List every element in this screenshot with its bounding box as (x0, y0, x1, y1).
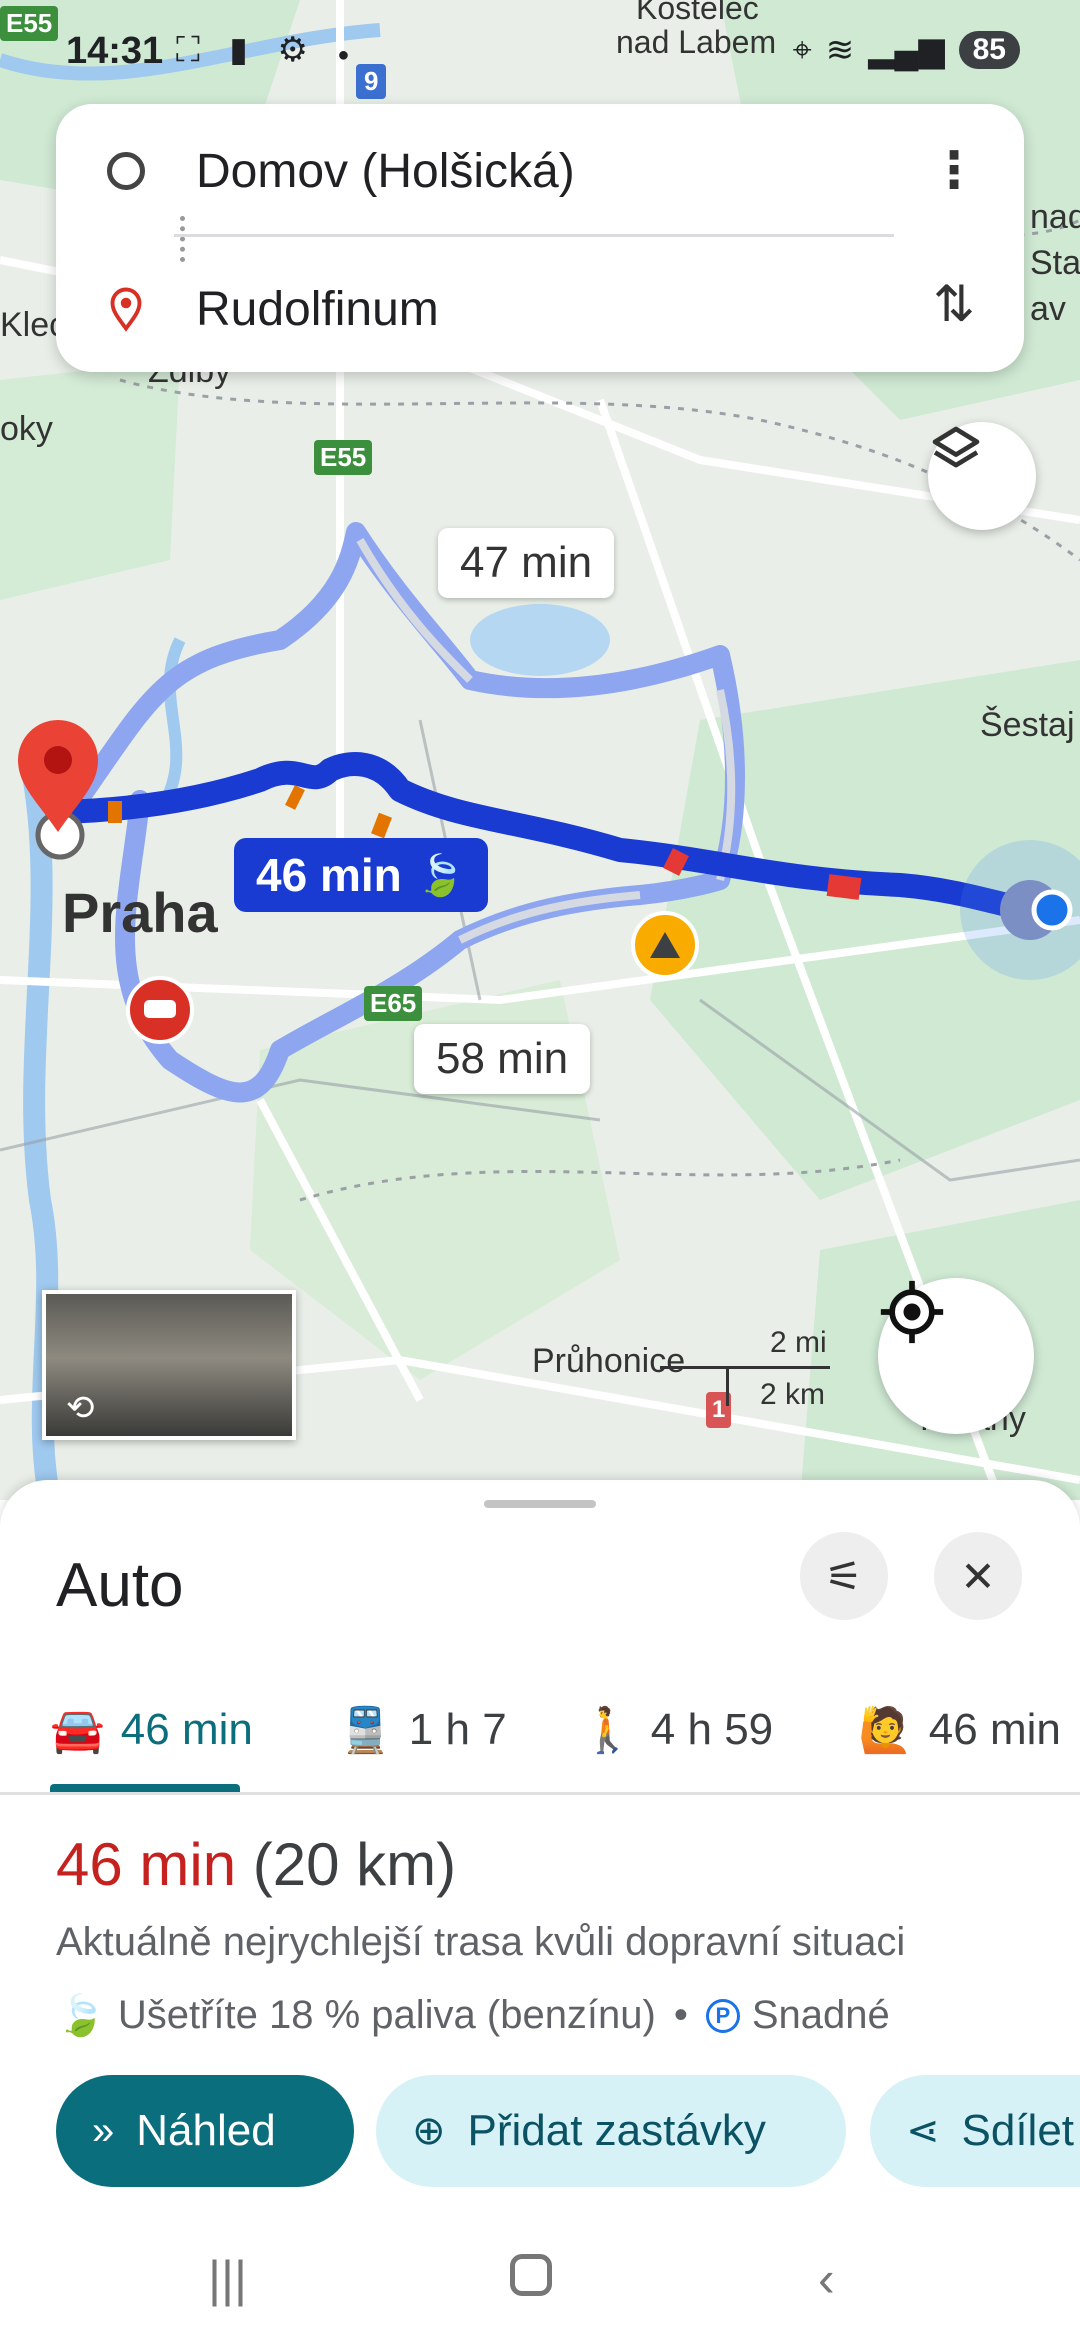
walk-icon: 🚶 (580, 1706, 635, 1755)
fuel-savings: Ušetříte 18 % paliva (benzínu) (117, 1993, 656, 2037)
gear-icon: ⚙ (277, 31, 318, 69)
destination-row[interactable]: Rudolfinum (56, 254, 1024, 364)
preview-label: Náhled (136, 2106, 276, 2155)
back-button[interactable]: ‹ (818, 2250, 835, 2308)
route-distance: (20 km) (252, 1831, 457, 1898)
tab-car[interactable]: 🚘 46 min (50, 1670, 253, 1790)
label-praha: Praha (62, 881, 218, 944)
train-icon: 🚆 (338, 1706, 393, 1755)
crosshair-icon (880, 1280, 944, 1344)
add-stops-label: Přidat zastávky (467, 2106, 766, 2155)
share-icon: ⋖ (906, 2109, 940, 2153)
tab-ride-label: 46 min (928, 1705, 1061, 1754)
label-pruhonice: Průhonice (532, 1342, 686, 1380)
tune-icon: ⚟ (825, 1552, 863, 1600)
road-shield-e55: E55 (314, 440, 373, 475)
close-icon: ✕ (960, 1552, 996, 1600)
status-icons-right: ⌖ ≋ ▂▄▆ 85 (793, 30, 1020, 70)
sheet-title: Auto (56, 1551, 184, 1620)
recent-apps-button[interactable]: ||| (208, 2250, 247, 2308)
tab-walk[interactable]: 🚶 4 h 59 (580, 1670, 773, 1790)
swap-vert-icon: ⇅ (933, 276, 975, 332)
dot-icon: ● (337, 44, 360, 66)
tab-car-label: 46 min (120, 1705, 253, 1754)
route-summary: 46 min (20 km) (56, 1830, 456, 1899)
options-button[interactable]: ⚟ (800, 1532, 888, 1620)
street-view-thumbnail[interactable]: ⟲ (42, 1290, 296, 1440)
tab-transit[interactable]: 🚆 1 h 7 (338, 1670, 507, 1790)
home-icon (510, 2254, 552, 2296)
location-icon: ⌖ (792, 30, 812, 69)
leaf-icon: 🍃 (56, 1994, 106, 2038)
route-label-alt-58[interactable]: 58 min (414, 1024, 591, 1094)
swap-button[interactable]: ⇅ (924, 274, 984, 334)
system-nav-bar: ||| ‹ (0, 2220, 1080, 2340)
parking-icon: P (705, 1998, 740, 2033)
eco-leaf-icon: 🍃 (415, 853, 466, 898)
layers-icon (932, 426, 980, 468)
signal-icon: ▂▄▆ (868, 31, 945, 69)
scale-mi: 2 mi (770, 1326, 827, 1359)
label-stara: Stara (1030, 244, 1080, 282)
travel-mode-tabs: 🚘 46 min 🚆 1 h 7 🚶 4 h 59 🙋 46 min (0, 1670, 1080, 1795)
share-label: Sdílet (961, 2106, 1075, 2155)
share-button[interactable]: ⋖ Sdílet (870, 2075, 1080, 2187)
route-label-alt-47[interactable]: 47 min (438, 528, 615, 598)
directions-search-card: Domov (Holšická) Rudolfinum ⋮ ⇅ (56, 104, 1024, 372)
road-shield-e65: E65 (364, 986, 423, 1021)
status-time: 14:31 (66, 30, 164, 72)
screenshot-icon: ⛶ (176, 31, 210, 69)
recents-icon: ||| (208, 2251, 247, 2307)
close-button[interactable]: ✕ (934, 1532, 1022, 1620)
add-location-icon: ⊕ (412, 2109, 446, 2153)
route-label-main[interactable]: 46 min 🍃 (234, 838, 488, 912)
tab-transit-label: 1 h 7 (408, 1705, 507, 1754)
battery-indicator: 85 (958, 31, 1020, 69)
label-nad: nad (1030, 198, 1080, 236)
route-description: Aktuálně nejrychlejší trasa kvůli doprav… (56, 1920, 906, 1964)
scale-km: 2 km (760, 1378, 826, 1411)
add-stops-button[interactable]: ⊕ Přidat zastávky (376, 2075, 846, 2187)
ride-icon: 🙋 (858, 1706, 913, 1755)
status-icons-left: ⛶ ▮ ⚙ ● (176, 30, 359, 70)
parking-ease: Snadné (751, 1993, 890, 2037)
home-button[interactable] (510, 2250, 552, 2308)
more-options-button[interactable]: ⋮ (924, 140, 984, 200)
route-duration: 46 min (56, 1831, 237, 1898)
car-icon: 🚘 (50, 1706, 105, 1755)
more-vert-icon: ⋮ (929, 142, 979, 198)
label-sestaj: Šestaj (980, 706, 1075, 744)
layers-button[interactable] (928, 422, 1036, 530)
destination-pin-icon (110, 287, 142, 332)
active-tab-indicator (50, 1784, 240, 1792)
origin-field[interactable]: Domov (Holšická) (196, 144, 575, 199)
bottom-sheet: Auto ⚟ ✕ 🚘 46 min 🚆 1 h 7 🚶 4 h 59 🙋 46 … (0, 1480, 1080, 2340)
sheet-handle[interactable] (484, 1500, 596, 1508)
origin-circle-icon (107, 152, 145, 190)
double-chevron-icon: » (92, 2108, 115, 2153)
origin-row[interactable]: Domov (Holšická) (56, 116, 1024, 226)
fuel-info: 🍃 Ušetříte 18 % paliva (benzínu) • P Sna… (56, 1993, 890, 2038)
status-bar: 14:31 ⛶ ▮ ⚙ ● ⌖ ≋ ▂▄▆ 85 (0, 0, 1080, 100)
route-label-main-text: 46 min (256, 849, 402, 901)
tab-ride[interactable]: 🙋 46 min (858, 1670, 1061, 1790)
preview-button[interactable]: » Náhled (56, 2075, 354, 2187)
my-location-button[interactable] (878, 1278, 1034, 1434)
label-oky: oky (0, 410, 53, 448)
tab-walk-label: 4 h 59 (650, 1705, 774, 1754)
street-view-rotate-icon: ⟲ (66, 1389, 95, 1427)
back-icon: ‹ (818, 2251, 835, 2307)
label-av: av (1030, 290, 1066, 328)
destination-field[interactable]: Rudolfinum (196, 282, 439, 337)
bag-icon: ▮ (229, 31, 258, 69)
wifi-icon: ≋ (825, 31, 855, 69)
